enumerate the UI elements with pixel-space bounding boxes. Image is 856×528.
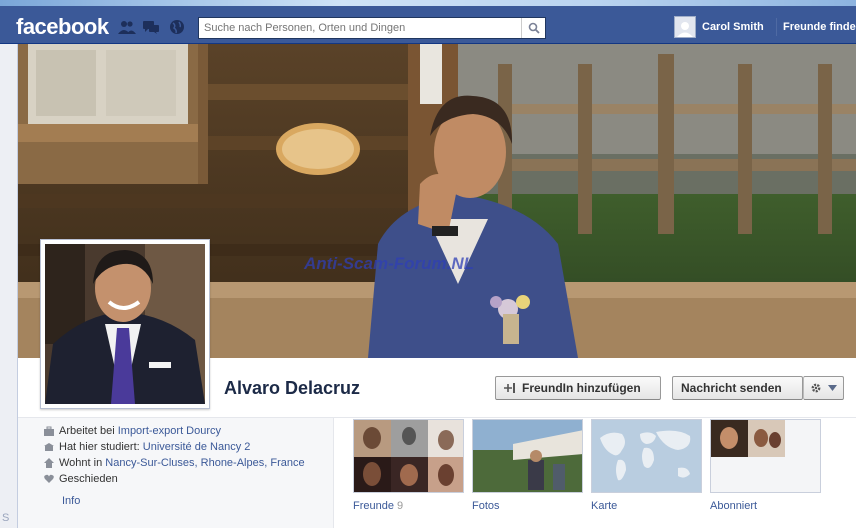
study-prefix: Hat hier studiert: (59, 441, 140, 453)
user-name: Carol Smith (702, 21, 764, 33)
profile-photo-graphic (45, 244, 205, 404)
subscribed-thumbnail-image (711, 420, 820, 492)
default-avatar-icon (677, 22, 693, 37)
heart-icon (44, 474, 54, 483)
user-avatar (674, 16, 696, 38)
study-row: Hat hier studiert: Université de Nancy 2 (44, 440, 250, 454)
facebook-logo[interactable]: facebook (16, 14, 109, 40)
school-icon (44, 443, 54, 451)
profile-name[interactable]: Alvaro Delacruz (224, 378, 360, 399)
relationship-status: Geschieden (59, 473, 118, 485)
friends-count: 9 (396, 500, 404, 512)
top-navigation-bar: facebook Carol Smith Freunde finden (0, 6, 856, 44)
about-section: Arbeitet bei Import-export Dourcy Hat hi… (18, 418, 334, 528)
send-message-label: Nachricht senden (681, 381, 782, 395)
friends-tile[interactable] (353, 419, 464, 493)
photos-tile[interactable] (472, 419, 583, 493)
briefcase-icon (44, 426, 54, 436)
world-map-image (592, 420, 701, 492)
send-message-button[interactable]: Nachricht senden (672, 376, 803, 400)
search-button[interactable] (521, 18, 545, 38)
profile-picture-image (45, 244, 205, 404)
photos-tile-label[interactable]: Fotos (472, 500, 500, 512)
nav-separator (776, 18, 777, 36)
gear-icon (811, 383, 821, 393)
search-box (198, 17, 546, 39)
map-tile-label[interactable]: Karte (591, 500, 617, 512)
home-icon (44, 458, 54, 468)
friends-label: Freunde (353, 500, 394, 512)
cover-watermark: Anti-Scam-Forum.NL (304, 254, 474, 273)
add-friend-button[interactable]: FreundIn hinzufügen (495, 376, 661, 400)
gutter-text: S (2, 512, 10, 524)
friend-requests-icon[interactable] (118, 19, 136, 35)
work-prefix: Arbeitet bei (59, 425, 115, 437)
work-link[interactable]: Import-export Dourcy (118, 425, 221, 437)
photos-thumbnail-image (473, 420, 582, 492)
timeline-column: Anti-Scam-Forum.NL Alvaro Delacruz Freun… (17, 44, 856, 528)
chevron-down-icon (828, 385, 837, 391)
search-input[interactable] (199, 18, 519, 38)
friends-tile-label[interactable]: Freunde 9 (353, 500, 403, 512)
work-row: Arbeitet bei Import-export Dourcy (44, 424, 221, 438)
add-friend-label: FreundIn hinzufügen (522, 381, 641, 395)
find-friends-link[interactable]: Freunde finden (783, 21, 856, 33)
profile-picture[interactable] (40, 239, 210, 409)
messages-icon[interactable] (142, 19, 160, 35)
map-tile[interactable] (591, 419, 702, 493)
home-row: Wohnt in Nancy-Sur-Cluses, Rhone-Alpes, … (44, 456, 305, 470)
home-link[interactable]: Nancy-Sur-Cluses, Rhone-Alpes, France (105, 457, 304, 469)
profile-link[interactable]: Carol Smith (674, 16, 764, 38)
notifications-globe-icon[interactable] (168, 19, 186, 35)
more-options-button[interactable] (803, 376, 844, 400)
subscribed-tile[interactable] (710, 419, 821, 493)
left-gutter (0, 44, 17, 528)
add-friend-icon (504, 383, 515, 393)
home-prefix: Wohnt in (59, 457, 103, 469)
friends-collage-image (354, 420, 463, 492)
subscribed-tile-label[interactable]: Abonniert (710, 500, 757, 512)
search-icon (528, 22, 540, 34)
study-link[interactable]: Université de Nancy 2 (143, 441, 251, 453)
info-link[interactable]: Info (62, 495, 80, 507)
relationship-row: Geschieden (44, 472, 118, 486)
